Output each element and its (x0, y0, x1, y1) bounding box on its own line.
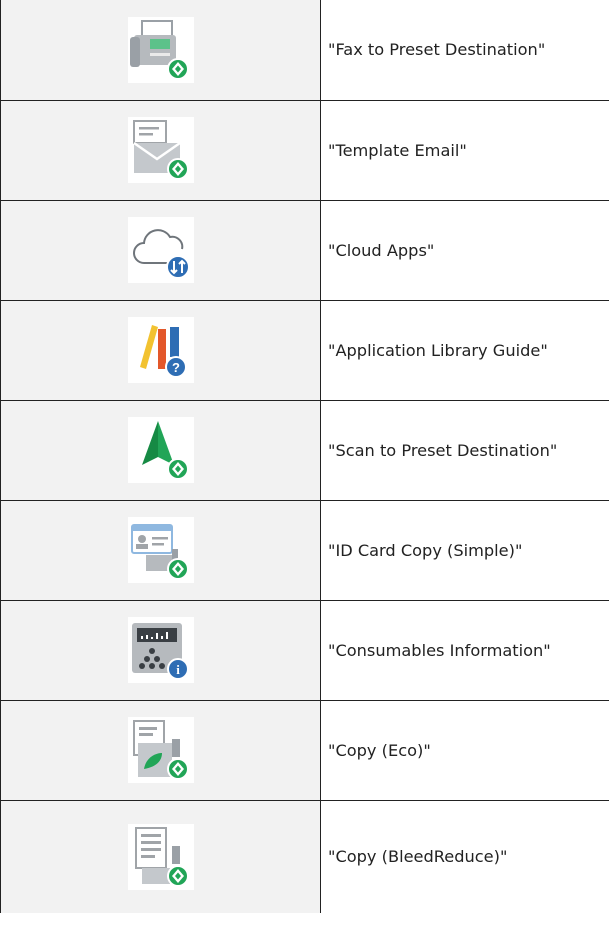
app-name: "Copy (Eco)" (320, 699, 609, 801)
table-row: ? "Application Library Guide" (0, 299, 609, 401)
table-row: "Copy (Eco)" (0, 699, 609, 801)
app-name: "Scan to Preset Destination" (320, 399, 609, 501)
app-name: "Template Email" (320, 99, 609, 201)
app-name: "Copy (BleedReduce)" (320, 799, 609, 913)
icon-cell (0, 99, 321, 201)
table-row: "Scan to Preset Destination" (0, 399, 609, 501)
svg-text:?: ? (172, 360, 180, 375)
icon-cell (0, 399, 321, 501)
icon-cell: ? (0, 299, 321, 401)
table-row: "Template Email" (0, 99, 609, 201)
table-row: "Cloud Apps" (0, 199, 609, 301)
icon-cell (0, 499, 321, 601)
copy-bleedreduce-icon (127, 823, 194, 890)
table-row: i "Consumables Information" (0, 599, 609, 701)
template-email-icon (127, 117, 194, 183)
app-name: "Fax to Preset Destination" (320, 0, 609, 101)
app-name: "ID Card Copy (Simple)" (320, 499, 609, 601)
copy-eco-icon (127, 717, 194, 783)
scan-preset-icon (127, 417, 194, 483)
library-guide-icon: ? (127, 317, 194, 383)
application-library-table: "Fax to Preset Destination" "Template Em… (0, 0, 609, 913)
svg-text:i: i (176, 662, 180, 677)
fax-preset-icon (127, 16, 194, 83)
icon-cell: i (0, 599, 321, 701)
cloud-apps-icon (127, 217, 194, 283)
icon-cell (0, 699, 321, 801)
table-row: "Fax to Preset Destination" (0, 0, 609, 101)
icon-cell (0, 0, 321, 101)
icon-cell (0, 799, 321, 913)
app-name: "Consumables Information" (320, 599, 609, 701)
app-name: "Cloud Apps" (320, 199, 609, 301)
icon-cell (0, 199, 321, 301)
consumables-info-icon: i (127, 617, 194, 683)
app-name: "Application Library Guide" (320, 299, 609, 401)
id-card-copy-icon (127, 517, 194, 583)
table-row: "Copy (BleedReduce)" (0, 799, 609, 913)
table-row: "ID Card Copy (Simple)" (0, 499, 609, 601)
